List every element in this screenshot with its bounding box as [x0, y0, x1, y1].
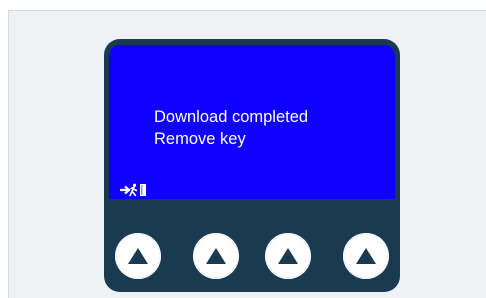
exit-icon — [120, 183, 146, 197]
soft-key-3[interactable] — [265, 233, 311, 279]
soft-key-2[interactable] — [193, 233, 239, 279]
soft-key-1[interactable] — [115, 233, 161, 279]
soft-key-4[interactable] — [343, 233, 389, 279]
up-arrow-icon — [128, 248, 148, 264]
lcd-screen: Download completed Remove key — [109, 45, 395, 199]
up-arrow-icon — [278, 248, 298, 264]
status-message-line-1: Download completed — [154, 108, 309, 126]
device-terminal: Download completed Remove key — [104, 39, 400, 292]
up-arrow-icon — [356, 248, 376, 264]
status-message-line-2: Remove key — [154, 130, 246, 148]
up-arrow-icon — [206, 248, 226, 264]
